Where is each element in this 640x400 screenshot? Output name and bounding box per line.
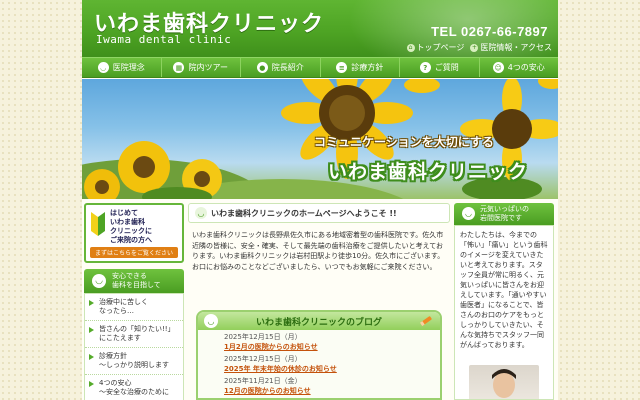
first-visit-button[interactable]: まずはこちらをご覧ください <box>90 247 178 258</box>
nav-item-label: 院長紹介 <box>271 63 304 72</box>
nav-item-label: 医院理念 <box>112 63 145 72</box>
blog-entry: 2025年11月21日（金） 12月の医院からのお知らせ <box>198 374 440 396</box>
building-icon: ▦ <box>173 62 185 73</box>
nav-item-label: 診療方針 <box>351 63 384 72</box>
nav-item-label: 4つの安心 <box>507 63 545 72</box>
staff-photo-image <box>492 369 516 398</box>
clinic-info-link-label: 医院情報・アクセス <box>480 43 552 52</box>
blog-entry: 2025年12月15日（月） 2025年 年末年始の休診のお知らせ <box>198 352 440 374</box>
first-visit-banner[interactable]: はじめて いわま歯科 クリニックに ご来院の方へ まずはこちらをご覧ください <box>84 203 184 263</box>
welcome-heading: ◡ いわま歯科クリニックのホームページへようこそ !! <box>188 203 450 223</box>
arrow-right-icon <box>89 381 94 387</box>
list-item-line: なったら… <box>99 307 134 315</box>
blog-header[interactable]: ◡ いわま歯科クリニックのブログ <box>198 312 440 330</box>
first-visit-line: クリニックに <box>110 227 152 235</box>
site-logo-subtitle: Iwama dental clinic <box>96 33 232 46</box>
hero-clinic-name: いわま歯科クリニック <box>328 161 529 183</box>
list-item-line: 4つの安心 <box>99 379 132 387</box>
intro-paragraph: いわま歯科クリニックは長野県佐久市にある地域密着型の歯科医院です。佐久市近隣の皆… <box>192 231 445 271</box>
list-item-line: 診療方針 <box>99 352 127 360</box>
person-icon: ● <box>256 62 268 73</box>
tooth-icon: ◡ <box>92 274 106 288</box>
nav-item-faq[interactable]: ? ご質問 <box>400 58 480 77</box>
staff-panel-body: わたしたちは、今までの「怖い」「痛い」という歯科のイメージを変えていきたいと考え… <box>454 225 554 400</box>
header-links: ⌂ トップページ + 医院情報・アクセス <box>406 42 552 53</box>
nav-item-policy[interactable]: ≡ 診療方針 <box>321 58 400 77</box>
first-visit-line: ご来院の方へ <box>110 236 152 244</box>
clipboard-icon: ≡ <box>336 62 348 73</box>
tooth-icon: ◡ <box>204 314 218 328</box>
arrow-right-icon <box>89 327 94 333</box>
list-item-line: ～しっかり説明します <box>99 361 169 369</box>
blog-date: 2025年12月15日（月） <box>224 355 302 363</box>
blog-post-link[interactable]: 12月の医院からのお知らせ <box>224 386 440 396</box>
main-content: ◡ いわま歯科クリニックのホームページへようこそ !! いわま歯科クリニックは長… <box>188 203 450 400</box>
site-header: いわま歯科クリニック Iwama dental clinic TEL 0267-… <box>82 0 558 57</box>
left-sidebar: はじめて いわま歯科 クリニックに ご来院の方へ まずはこちらをご覧ください ◡… <box>84 203 184 400</box>
staff-panel-header: ◡ 元気いっぱいの 岩間医院です <box>454 203 554 225</box>
section-title-line: 歯科を目指して <box>112 281 161 289</box>
staff-message: わたしたちは、今までの「怖い」「痛い」という歯科のイメージを変えていきたいと考え… <box>460 231 548 349</box>
nav-item-reassurance[interactable]: ☺ 4つの安心 <box>480 58 559 77</box>
list-item-line: 治療中に苦しく <box>99 298 148 306</box>
welcome-heading-text: いわま歯科クリニックのホームページへようこそ !! <box>211 208 397 218</box>
list-item-line: にこたえます <box>99 334 141 342</box>
tooth-icon: ◡ <box>195 207 207 219</box>
tooth-icon: ◡ <box>97 62 109 73</box>
list-item[interactable]: 診療方針 ～しっかり説明します <box>85 348 183 375</box>
beginner-mark-icon <box>91 212 105 236</box>
blog-post-link[interactable]: 2025年 年末年始の休診のお知らせ <box>224 364 440 374</box>
clinic-info-link[interactable]: + 医院情報・アクセス <box>470 42 552 53</box>
hero-tagline: コミュニケーションを大切にする <box>314 135 494 149</box>
blog-title: いわま歯科クリニックのブログ <box>255 317 382 328</box>
blog-post-link[interactable]: 1月2月の医院からのお知らせ <box>224 342 440 352</box>
nav-item-tour[interactable]: ▦ 院内ツアー <box>162 58 241 77</box>
top-page-link-label: トップページ <box>416 43 465 52</box>
first-visit-line: いわま歯科 <box>110 218 145 226</box>
reassurance-list: 治療中に苦しく なったら… 皆さんの「知りたい!!」 にこたえます 診療方針 ～… <box>84 293 184 400</box>
question-icon: ? <box>419 62 431 73</box>
nav-item-label: 院内ツアー <box>188 63 229 72</box>
staff-photo <box>469 365 539 399</box>
staff-panel-title-line: 岩間医院です <box>480 214 522 222</box>
top-page-link[interactable]: ⌂ トップページ <box>406 42 465 53</box>
staff-panel-title-line: 元気いっぱいの <box>480 205 529 213</box>
list-item[interactable]: 治療中に苦しく なったら… <box>85 294 183 321</box>
blog-entry: 2025年12月15日（月） 1月2月の医院からのお知らせ <box>198 330 440 352</box>
blog-date: 2025年12月15日（月） <box>224 333 302 341</box>
hero-banner: コミュニケーションを大切にする いわま歯科クリニック <box>82 79 558 199</box>
arrow-right-icon <box>89 354 94 360</box>
first-visit-text: はじめて いわま歯科 クリニックに ご来院の方へ <box>110 209 152 245</box>
first-visit-line: はじめて <box>110 209 138 217</box>
hospital-icon: + <box>470 43 479 52</box>
page-container: いわま歯科クリニック Iwama dental clinic TEL 0267-… <box>82 0 558 400</box>
smile-icon: ☺ <box>492 62 504 73</box>
list-item-line: 皆さんの「知りたい!!」 <box>99 325 175 333</box>
phone-number: TEL 0267-66-7897 <box>431 24 548 39</box>
right-sidebar: ◡ 元気いっぱいの 岩間医院です わたしたちは、今までの「怖い」「痛い」という歯… <box>454 203 554 400</box>
house-icon: ⌂ <box>406 43 415 52</box>
main-nav: ◡ 医院理念 ▦ 院内ツアー ● 院長紹介 ≡ 診療方針 ? ご質問 ☺ 4つの… <box>82 57 558 78</box>
blog-box: ◡ いわま歯科クリニックのブログ 2025年12月15日（月） 1月2月の医院か… <box>196 310 442 400</box>
list-item[interactable]: 皆さんの「知りたい!!」 にこたえます <box>85 321 183 348</box>
list-item[interactable]: 4つの安心 ～安全な治療のために <box>85 375 183 400</box>
nav-item-director[interactable]: ● 院長紹介 <box>241 58 321 77</box>
section-title-line: 安心できる <box>112 272 147 280</box>
arrow-right-icon <box>89 300 94 306</box>
list-item-line: ～安全な治療のために <box>99 388 169 396</box>
nav-item-label: ご質問 <box>434 63 459 72</box>
blog-date: 2025年11月21日（金） <box>224 377 302 385</box>
tooth-icon: ◡ <box>462 207 475 220</box>
nav-item-philosophy[interactable]: ◡ 医院理念 <box>82 58 162 77</box>
pencil-icon <box>419 316 432 327</box>
reassurance-section-header: ◡ 安心できる 歯科を目指して <box>84 269 184 293</box>
